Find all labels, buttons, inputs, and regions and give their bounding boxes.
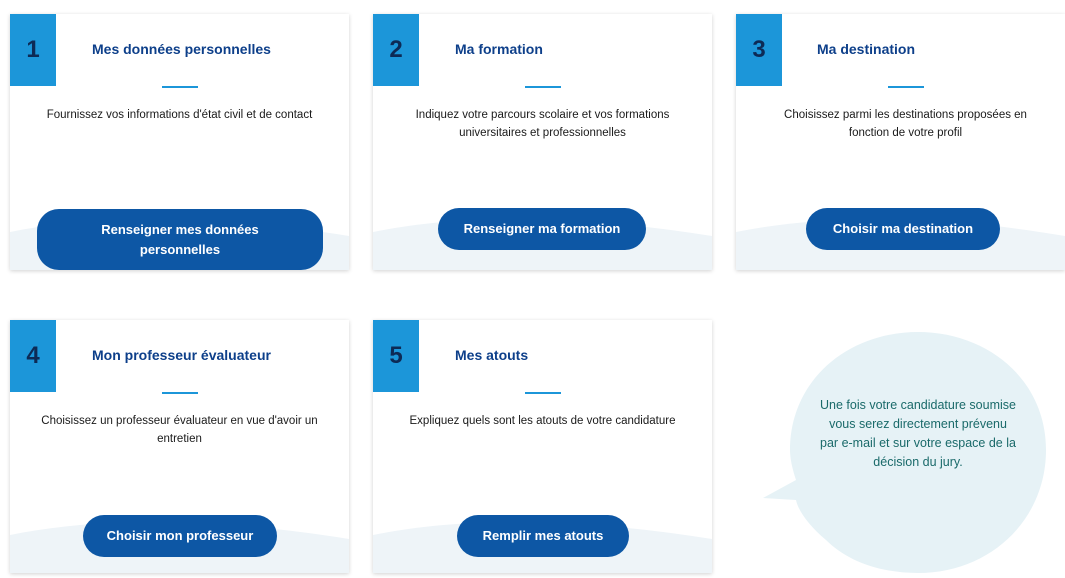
title-separator: [888, 86, 924, 88]
choose-professor-button[interactable]: Choisir mon professeur: [83, 515, 277, 557]
title-separator: [525, 392, 561, 394]
title-separator: [162, 392, 198, 394]
step-number: 1: [10, 14, 56, 86]
step-card-1: 1 Mes données personnelles Fournissez vo…: [10, 14, 349, 270]
info-bubble-text: Une fois votre candidature soumise vous …: [820, 398, 1016, 469]
card-title: Ma destination: [817, 41, 916, 57]
step-card-5: 5 Mes atouts Expliquez quels sont les at…: [373, 320, 712, 573]
card-title: Ma formation: [455, 41, 543, 57]
card-description: Indiquez votre parcours scolaire et vos …: [415, 109, 670, 139]
title-separator: [525, 86, 561, 88]
card-description: Expliquez quels sont les atouts de votre…: [409, 415, 676, 427]
step-number: 5: [373, 320, 419, 392]
step-number: 3: [736, 14, 782, 86]
step-card-3: 3 Ma destination Choisissez parmi les de…: [736, 14, 1065, 270]
title-separator: [162, 86, 198, 88]
fill-personal-data-button[interactable]: Renseigner mes données personnelles: [37, 209, 323, 270]
card-title: Mon professeur évaluateur: [92, 347, 271, 363]
card-description: Fournissez vos informations d'état civil…: [46, 109, 313, 121]
card-title: Mes atouts: [455, 347, 529, 363]
step-number: 2: [373, 14, 419, 86]
info-bubble: Une fois votre candidature soumise vous …: [758, 320, 1058, 573]
card-description: Choisissez parmi les destinations propos…: [784, 109, 1027, 139]
step-card-4: 4 Mon professeur évaluateur Choisissez u…: [10, 320, 349, 573]
card-title: Mes données personnelles: [92, 41, 271, 57]
card-description: Choisissez un professeur évaluateur en v…: [41, 415, 318, 445]
choose-destination-button[interactable]: Choisir ma destination: [806, 208, 1000, 250]
step-card-2: 2 Ma formation Indiquez votre parcours s…: [373, 14, 712, 270]
fill-strengths-button[interactable]: Remplir mes atouts: [457, 515, 629, 557]
step-number: 4: [10, 320, 56, 392]
fill-education-button[interactable]: Renseigner ma formation: [438, 208, 646, 250]
